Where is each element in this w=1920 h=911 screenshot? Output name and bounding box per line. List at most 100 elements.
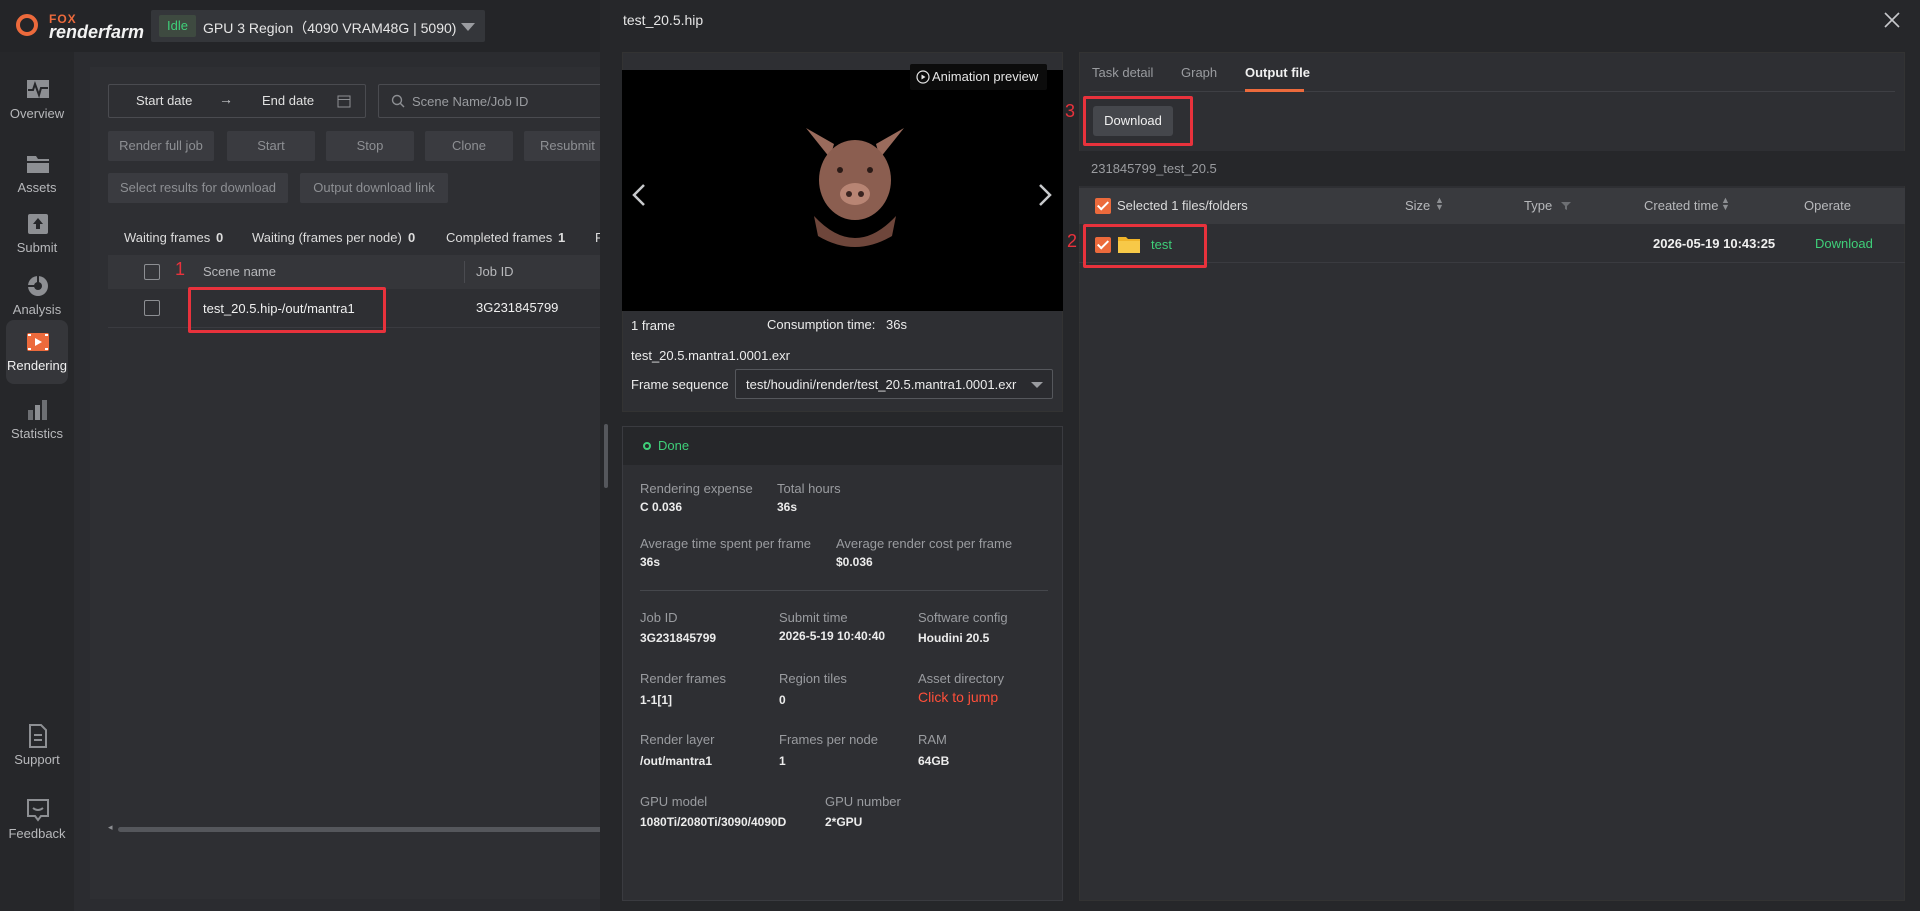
- frames-per-node-value: 1: [779, 754, 786, 768]
- gpu-number-value: 2*GPU: [825, 815, 863, 829]
- clone-button[interactable]: Clone: [425, 131, 513, 161]
- sidebar-item-label: Overview: [9, 106, 65, 121]
- search-icon: [391, 94, 405, 108]
- rendering-expense-label: Rendering expense: [640, 481, 753, 496]
- rendering-expense-value: C 0.036: [640, 500, 683, 514]
- calendar-icon: [337, 95, 351, 108]
- waiting-frames-value: 0: [216, 230, 224, 245]
- sidebar-item-label: Rendering: [7, 358, 67, 373]
- column-operate: Operate: [1804, 198, 1851, 213]
- sidebar-item-overview[interactable]: Overview: [6, 68, 68, 132]
- scroll-left-icon[interactable]: ◂: [108, 822, 113, 833]
- job-id-cell: 3G231845799: [476, 300, 559, 315]
- select-all-checkbox[interactable]: [144, 264, 160, 280]
- sidebar-item-label: Assets: [17, 180, 57, 195]
- close-icon[interactable]: [1882, 10, 1902, 30]
- select-all-checkbox[interactable]: [1095, 198, 1111, 214]
- date-range-picker[interactable]: Start date → End date: [108, 84, 366, 118]
- ram-label: RAM: [918, 732, 947, 747]
- total-hours-label: Total hours: [777, 481, 841, 496]
- panel-resize-handle[interactable]: [604, 424, 608, 488]
- search-input[interactable]: Scene Name/Job ID: [378, 84, 610, 118]
- job-info-panel: [622, 426, 1063, 901]
- consumption-time-label: Consumption time:: [767, 317, 876, 332]
- asset-directory-label: Asset directory: [918, 671, 1004, 686]
- sidebar-item-feedback[interactable]: Feedback: [6, 788, 68, 852]
- divider: [640, 590, 1048, 591]
- status-badge: Idle: [159, 15, 196, 37]
- feedback-icon: [27, 799, 49, 822]
- breadcrumb-path[interactable]: 231845799_test_20.5: [1091, 161, 1217, 176]
- frame-sequence-select[interactable]: test/houdini/render/test_20.5.mantra1.00…: [735, 369, 1053, 399]
- render-full-job-button[interactable]: Render full job: [108, 131, 214, 161]
- job-id-label: Job ID: [640, 610, 678, 625]
- logo-bottom-text: renderfarm: [49, 22, 145, 42]
- modal-title: test_20.5.hip: [623, 12, 704, 28]
- frame-sequence-label: Frame sequence: [631, 377, 729, 392]
- play-circle-icon: [916, 70, 930, 84]
- column-created-time[interactable]: Created time: [1644, 198, 1718, 213]
- sort-icon[interactable]: ▲ ▼: [1435, 196, 1444, 212]
- column-type[interactable]: Type: [1524, 198, 1552, 213]
- highlight-box: [188, 287, 386, 333]
- chevron-right-icon[interactable]: [1036, 182, 1054, 208]
- sidebar-item-support[interactable]: Support: [6, 714, 68, 778]
- row-checkbox[interactable]: [144, 300, 160, 316]
- avg-cost-label: Average render cost per frame: [836, 536, 1013, 551]
- total-hours-value: 36s: [777, 500, 798, 514]
- render-frames-label: Render frames: [640, 671, 726, 686]
- tab-output-file[interactable]: Output file: [1245, 65, 1310, 80]
- select-results-button[interactable]: Select results for download: [108, 173, 288, 203]
- chevron-left-icon[interactable]: [630, 182, 648, 208]
- sidebar-item-statistics[interactable]: Statistics: [6, 388, 68, 452]
- start-button[interactable]: Start: [227, 131, 315, 161]
- folder-icon: [27, 156, 49, 173]
- animation-preview-label: Animation preview: [932, 69, 1039, 84]
- chevron-down-icon: [1031, 382, 1043, 388]
- arrow-right-icon: →: [219, 91, 233, 107]
- gpu-number-label: GPU number: [825, 794, 901, 809]
- horizontal-scrollbar[interactable]: [118, 827, 610, 832]
- waiting-per-node-label: Waiting (frames per node): [252, 230, 402, 245]
- end-date-input[interactable]: End date: [262, 93, 314, 108]
- highlight-box: [1083, 96, 1193, 146]
- annotation-number: 3: [1065, 101, 1076, 121]
- column-scene-name: Scene name: [203, 264, 276, 279]
- search-placeholder: Scene Name/Job ID: [412, 94, 529, 109]
- sidebar-item-analysis[interactable]: Analysis: [6, 264, 68, 328]
- sidebar-item-submit[interactable]: Submit: [6, 202, 68, 266]
- film-icon: [27, 333, 49, 351]
- sidebar-item-assets[interactable]: Assets: [6, 142, 68, 206]
- submit-time-label: Submit time: [779, 610, 848, 625]
- sort-icon[interactable]: ▲ ▼: [1721, 196, 1730, 212]
- tab-graph[interactable]: Graph: [1181, 65, 1217, 80]
- document-icon: [29, 724, 47, 748]
- click-to-jump-link[interactable]: Click to jump: [918, 689, 998, 705]
- analysis-icon: [28, 276, 48, 296]
- render-thumbnail: [806, 128, 904, 247]
- waiting-frames-label: Waiting frames: [124, 230, 211, 245]
- animation-preview-button[interactable]: Animation preview: [910, 64, 1047, 90]
- stop-button[interactable]: Stop: [326, 131, 414, 161]
- status-dot-icon: [643, 442, 651, 450]
- start-date-input[interactable]: Start date: [136, 93, 192, 108]
- tab-task-detail[interactable]: Task detail: [1092, 65, 1153, 80]
- render-layer-value: /out/mantra1: [640, 754, 713, 768]
- output-download-link-button[interactable]: Output download link: [300, 173, 448, 203]
- file-table-header: Selected 1 files/folders Size ▲ ▼ Type Cr…: [1079, 188, 1905, 224]
- ram-value: 64GB: [918, 754, 950, 768]
- completed-frames-label: Completed frames: [446, 230, 553, 245]
- column-size[interactable]: Size: [1405, 198, 1430, 213]
- row-download-link[interactable]: Download: [1815, 236, 1873, 251]
- region-selector[interactable]: Idle GPU 3 Region（4090 VRAM48G | 5090): [151, 10, 485, 42]
- resubmit-button[interactable]: Resubmit: [524, 131, 610, 161]
- filter-icon[interactable]: [1561, 201, 1571, 211]
- sidebar-item-label: Support: [14, 752, 60, 767]
- sidebar-item-label: Feedback: [8, 826, 66, 841]
- sidebar-item-label: Submit: [16, 240, 58, 255]
- completed-frames-value: 1: [558, 230, 566, 245]
- gpu-model-value: 1080Ti/2080Ti/3090/4090D: [640, 815, 787, 829]
- render-preview-image: [622, 70, 1063, 311]
- render-layer-label: Render layer: [640, 732, 715, 747]
- sidebar-item-rendering[interactable]: Rendering: [6, 320, 68, 384]
